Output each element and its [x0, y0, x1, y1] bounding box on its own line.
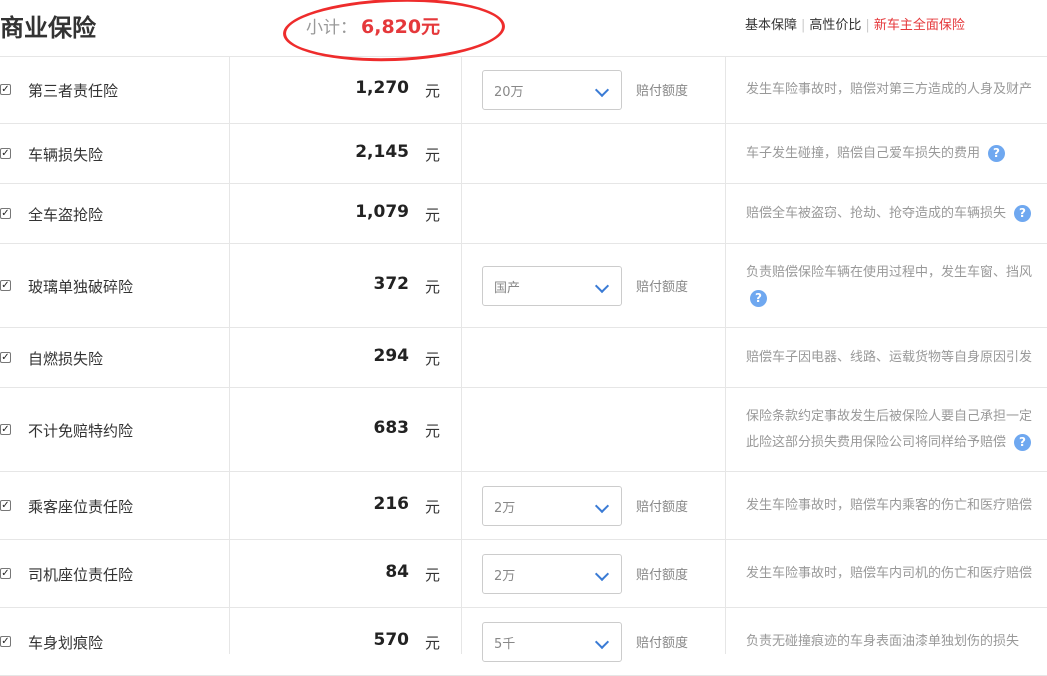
price-unit: 元 — [425, 566, 441, 584]
payout-label: 赔付额度 — [636, 568, 689, 583]
coverage-amount-select[interactable]: 5千 — [482, 622, 622, 662]
help-icon[interactable]: ? — [1014, 434, 1032, 451]
coverage-checkbox[interactable]: ✓ — [0, 500, 11, 511]
price-unit: 元 — [425, 350, 441, 368]
coverage-price: 372 — [373, 274, 410, 294]
payout-label: 赔付额度 — [636, 636, 689, 651]
description-line: 赔偿全车被盗窃、抢劫、抢夺造成的车辆损失? — [746, 201, 1032, 227]
select-value: 国产 — [494, 281, 521, 296]
coverage-description: 负责赔偿保险车辆在使用过程中，发生车窗、挡风? — [746, 260, 1032, 312]
coverage-name: 自燃损失险 — [28, 350, 104, 368]
payout-label: 赔付额度 — [636, 84, 689, 99]
coverage-checkbox[interactable]: ✓ — [0, 424, 11, 435]
coverage-name: 玻璃单独破碎险 — [28, 278, 134, 296]
coverage-description: 发生车险事故时，赔偿车内乘客的伤亡和医疗赔偿 — [746, 493, 1032, 519]
coverage-description: 负责无碰撞痕迹的车身表面油漆单独划伤的损失 — [746, 629, 1019, 655]
description-line: 此险这部分损失费用保险公司将同样给予赔偿? — [746, 430, 1032, 456]
select-value: 2万 — [494, 501, 516, 516]
description-line: 发生车险事故时，赔偿对第三方造成的人身及财产 — [746, 82, 1033, 97]
coverage-checkbox[interactable]: ✓ — [0, 84, 11, 95]
price-unit: 元 — [425, 82, 441, 100]
payout-label: 赔付额度 — [636, 280, 689, 295]
coverage-price: 294 — [373, 346, 410, 366]
select-value: 2万 — [494, 569, 516, 584]
chevron-down-icon — [594, 278, 610, 294]
description-line: 保险条款约定事故发生后被保险人要自己承担一定 — [746, 409, 1033, 424]
coverage-price: 84 — [385, 562, 409, 582]
coverage-checkbox[interactable]: ✓ — [0, 148, 11, 159]
coverage-description: 车子发生碰撞，赔偿自己爱车损失的费用? — [746, 141, 1006, 167]
description-line: 车子发生碰撞，赔偿自己爱车损失的费用? — [746, 141, 1006, 167]
tab-basic[interactable]: 基本保障 — [745, 18, 797, 33]
coverage-price: 216 — [373, 494, 410, 514]
chevron-down-icon — [594, 634, 610, 650]
description-line: 负责无碰撞痕迹的车身表面油漆单独划伤的损失 — [746, 634, 1020, 649]
coverage-amount-select[interactable]: 2万 — [482, 554, 622, 594]
coverage-name: 司机座位责任险 — [28, 566, 134, 584]
payout-label: 赔付额度 — [636, 500, 689, 515]
price-unit: 元 — [425, 498, 441, 516]
coverage-name: 车辆损失险 — [28, 146, 104, 164]
coverage-amount-select[interactable]: 20万 — [482, 70, 622, 110]
price-unit: 元 — [425, 206, 441, 224]
coverage-name: 第三者责任险 — [28, 82, 119, 100]
price-unit: 元 — [425, 634, 441, 652]
page-title: 商业保险 — [0, 14, 96, 42]
coverage-checkbox[interactable]: ✓ — [0, 352, 11, 363]
chevron-down-icon — [594, 82, 610, 98]
coverage-price: 1,079 — [355, 202, 409, 222]
description-line: 赔偿车子因电器、线路、运载货物等自身原因引发 — [746, 350, 1033, 365]
coverage-description: 发生车险事故时，赔偿车内司机的伤亡和医疗赔偿 — [746, 561, 1032, 587]
coverage-checkbox[interactable]: ✓ — [0, 208, 11, 219]
chevron-down-icon — [594, 498, 610, 514]
coverage-description: 保险条款约定事故发生后被保险人要自己承担一定此险这部分损失费用保险公司将同样给予… — [746, 404, 1032, 456]
coverage-amount-select[interactable]: 国产 — [482, 266, 622, 306]
price-unit: 元 — [425, 278, 441, 296]
insurance-header: 商业保险 小计： 6,820元 基本保障 | 高性价比 | 新车主全面保险 — [0, 0, 1047, 65]
coverage-checkbox[interactable]: ✓ — [0, 568, 11, 579]
tab-value[interactable]: 高性价比 — [809, 18, 861, 33]
help-icon[interactable]: ? — [1014, 205, 1032, 222]
coverage-amount-select[interactable]: 2万 — [482, 486, 622, 526]
description-line: 发生车险事故时，赔偿车内司机的伤亡和医疗赔偿 — [746, 566, 1033, 581]
coverage-name: 乘客座位责任险 — [28, 498, 134, 516]
help-icon-line: ? — [746, 286, 1032, 312]
coverage-checkbox[interactable]: ✓ — [0, 280, 11, 291]
coverage-name: 不计免赔特约险 — [28, 422, 134, 440]
tab-separator: | — [865, 18, 870, 33]
price-unit: 元 — [425, 146, 441, 164]
description-line: 发生车险事故时，赔偿车内乘客的伤亡和医疗赔偿 — [746, 498, 1033, 513]
select-value: 5千 — [494, 637, 516, 652]
plan-tabs: 基本保障 | 高性价比 | 新车主全面保险 — [745, 14, 965, 33]
tab-separator: | — [801, 18, 806, 33]
coverage-name: 全车盗抢险 — [28, 206, 104, 224]
help-icon[interactable]: ? — [750, 290, 767, 307]
tab-new-owner[interactable]: 新车主全面保险 — [874, 18, 965, 33]
coverage-price: 2,145 — [355, 142, 409, 162]
coverage-name: 车身划痕险 — [28, 634, 104, 652]
chevron-down-icon — [594, 566, 610, 582]
coverage-price: 570 — [373, 630, 410, 650]
description-line: 负责赔偿保险车辆在使用过程中，发生车窗、挡风 — [746, 265, 1033, 280]
coverage-checkbox[interactable]: ✓ — [0, 636, 11, 647]
coverage-price: 1,270 — [355, 78, 409, 98]
help-icon[interactable]: ? — [988, 145, 1006, 162]
price-unit: 元 — [425, 422, 441, 440]
coverage-description: 赔偿全车被盗窃、抢劫、抢夺造成的车辆损失? — [746, 201, 1032, 227]
coverage-description: 发生车险事故时，赔偿对第三方造成的人身及财产 — [746, 77, 1032, 103]
coverage-price: 683 — [373, 418, 410, 438]
coverage-description: 赔偿车子因电器、线路、运载货物等自身原因引发 — [746, 345, 1032, 371]
select-value: 20万 — [494, 85, 524, 100]
